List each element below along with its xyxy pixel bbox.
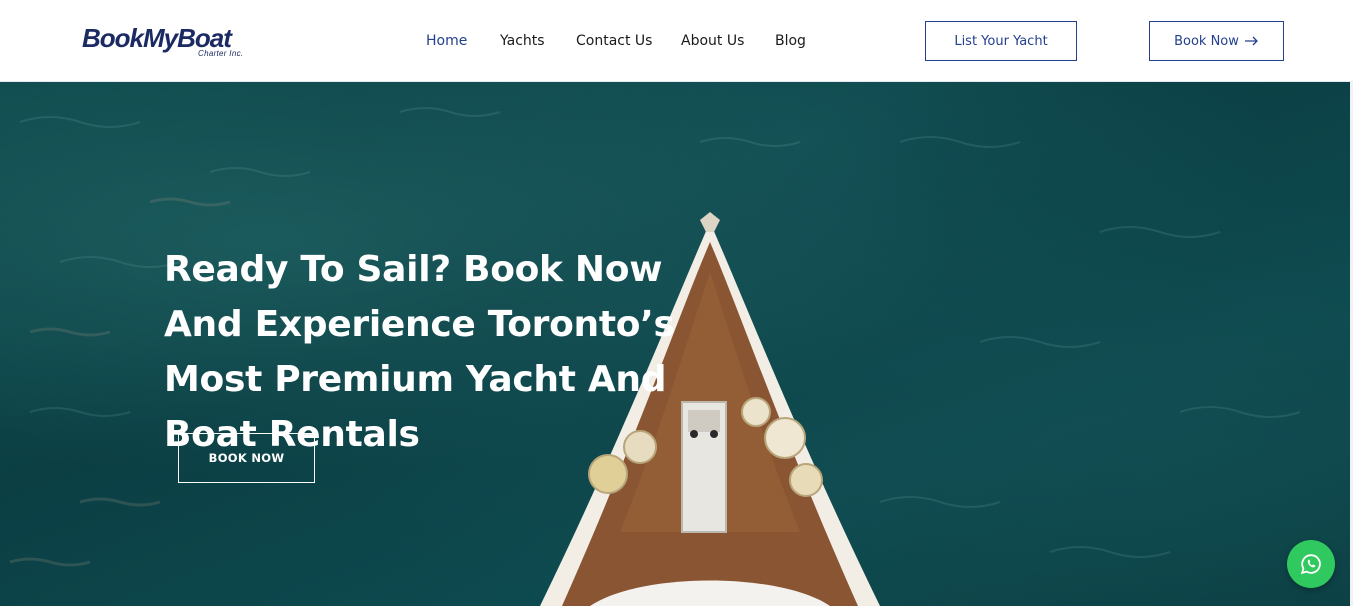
hero-title-line: Ready To Sail? Book Now — [164, 249, 663, 290]
nav-item-about-us[interactable]: About Us — [681, 30, 744, 52]
nav-item-blog[interactable]: Blog — [775, 30, 806, 52]
hero-title: Ready To Sail? Book Now And Experience T… — [164, 242, 764, 462]
whatsapp-icon — [1300, 554, 1321, 575]
brand-name: BookMyBoat — [82, 23, 232, 53]
arrow-right-icon — [1244, 36, 1258, 46]
whatsapp-chat-button[interactable] — [1287, 540, 1335, 588]
book-now-hero-label: BOOK NOW — [208, 451, 285, 465]
site-header: BookMyBoat Charter Inc. Home Yachts Cont… — [0, 0, 1353, 82]
list-your-yacht-label: List Your Yacht — [954, 33, 1048, 49]
list-your-yacht-button[interactable]: List Your Yacht — [925, 21, 1077, 61]
hero-title-line: Most Premium Yacht And — [164, 359, 667, 400]
book-now-header-label: Book Now — [1174, 33, 1239, 49]
nav-item-home[interactable]: Home — [426, 30, 467, 52]
hero-title-line: And Experience Toronto’s — [164, 304, 675, 345]
brand-logo[interactable]: BookMyBoat Charter Inc. — [82, 24, 272, 62]
nav-item-yachts[interactable]: Yachts — [500, 30, 545, 52]
brand-tagline: Charter Inc. — [198, 49, 244, 58]
nav-item-contact-us[interactable]: Contact Us — [576, 30, 652, 52]
hero-section: Ready To Sail? Book Now And Experience T… — [0, 82, 1353, 606]
book-now-header-button[interactable]: Book Now — [1149, 21, 1284, 61]
book-now-hero-button[interactable]: BOOK NOW — [178, 433, 315, 483]
